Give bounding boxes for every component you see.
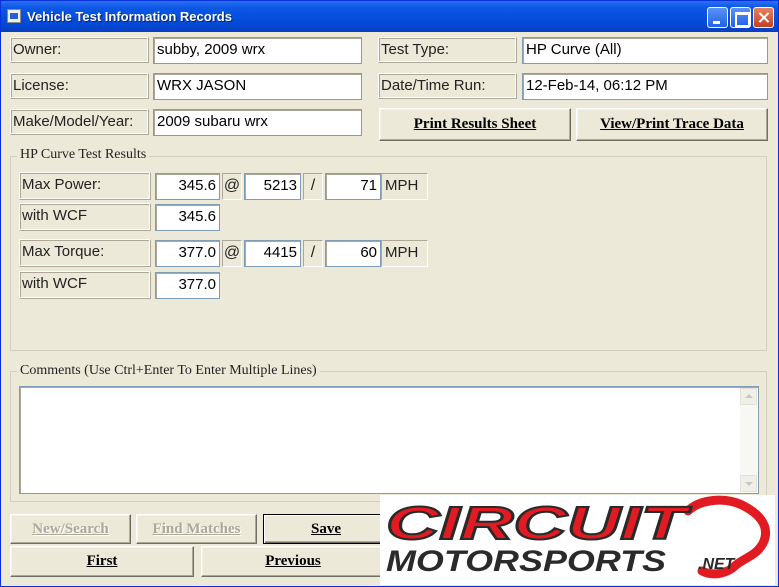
max-torque-slash: / — [303, 240, 323, 267]
maximize-button[interactable] — [730, 7, 751, 28]
test-type-label: Test Type: — [378, 37, 517, 63]
owner-field[interactable]: subby, 2009 wrx — [153, 37, 362, 64]
torque-wcf-label: with WCF — [19, 271, 151, 299]
scroll-up-icon[interactable] — [740, 388, 757, 405]
max-power-unit: MPH — [381, 173, 428, 200]
license-field[interactable]: WRX JASON — [153, 73, 362, 100]
logo-line2: MOTORSPORTS — [386, 545, 666, 578]
view-print-trace-data-button[interactable]: View/Print Trace Data — [576, 108, 768, 141]
app-icon[interactable] — [7, 9, 21, 23]
date-time-run-field[interactable]: 12-Feb-14, 06:12 PM — [522, 73, 768, 100]
logo-suffix: .NET — [698, 556, 736, 573]
power-wcf-value[interactable]: 345.6 — [155, 204, 220, 231]
max-torque-at: @ — [222, 240, 242, 267]
scroll-down-icon[interactable] — [740, 475, 757, 492]
new-search-label: New/Search — [32, 521, 109, 537]
minimize-button[interactable] — [707, 7, 728, 28]
view-print-trace-data-label: View/Print Trace Data — [600, 116, 744, 132]
power-wcf-label: with WCF — [19, 203, 151, 231]
test-type-field[interactable]: HP Curve (All) — [522, 37, 768, 64]
find-matches-button[interactable]: Find Matches — [136, 514, 257, 544]
close-button[interactable] — [753, 7, 774, 28]
first-button[interactable]: First — [10, 546, 194, 577]
window-title: Vehicle Test Information Records — [27, 9, 232, 24]
hp-curve-results-title: HP Curve Test Results — [17, 147, 150, 163]
new-search-button[interactable]: New/Search — [10, 514, 131, 544]
print-results-sheet-label: Print Results Sheet — [413, 116, 537, 132]
license-label: License: — [10, 73, 149, 99]
owner-label: Owner: — [10, 37, 149, 63]
max-power-slash: / — [303, 173, 323, 200]
date-time-run-label: Date/Time Run: — [378, 73, 517, 99]
max-power-label: Max Power: — [19, 172, 151, 200]
max-power-rpm[interactable]: 5213 — [244, 173, 301, 200]
max-torque-unit: MPH — [381, 240, 428, 267]
comments-scrollbar[interactable] — [740, 388, 757, 492]
first-label: First — [86, 553, 118, 569]
max-torque-rpm[interactable]: 4415 — [244, 240, 301, 267]
vehicle-test-records-window: Vehicle Test Information Records Owner: … — [0, 0, 779, 587]
comments-textarea[interactable] — [19, 386, 759, 494]
max-torque-speed[interactable]: 60 — [325, 240, 381, 267]
max-torque-value[interactable]: 377.0 — [155, 240, 220, 267]
logo-line1: CIRCUIT — [386, 497, 692, 549]
max-power-speed[interactable]: 71 — [325, 173, 381, 200]
torque-wcf-value[interactable]: 377.0 — [155, 272, 220, 299]
find-matches-label: Find Matches — [152, 521, 241, 537]
title-bar[interactable]: Vehicle Test Information Records — [1, 1, 778, 32]
comments-title: Comments (Use Ctrl+Enter To Enter Multip… — [17, 363, 320, 379]
make-model-year-label: Make/Model/Year: — [10, 109, 149, 135]
max-power-value[interactable]: 345.6 — [155, 173, 220, 200]
save-button[interactable]: Save — [263, 514, 389, 544]
circuit-motorsports-logo-image: CIRCUIT MOTORSPORTS .NET — [385, 495, 770, 579]
circuit-motorsports-logo: CIRCUIT MOTORSPORTS .NET — [380, 495, 775, 585]
previous-label: Previous — [265, 553, 321, 569]
previous-button[interactable]: Previous — [201, 546, 385, 577]
max-torque-label: Max Torque: — [19, 239, 151, 267]
make-model-year-field[interactable]: 2009 subaru wrx — [153, 109, 362, 136]
print-results-sheet-button[interactable]: Print Results Sheet — [379, 108, 571, 141]
max-power-at: @ — [222, 173, 242, 200]
save-label: Save — [311, 521, 341, 537]
